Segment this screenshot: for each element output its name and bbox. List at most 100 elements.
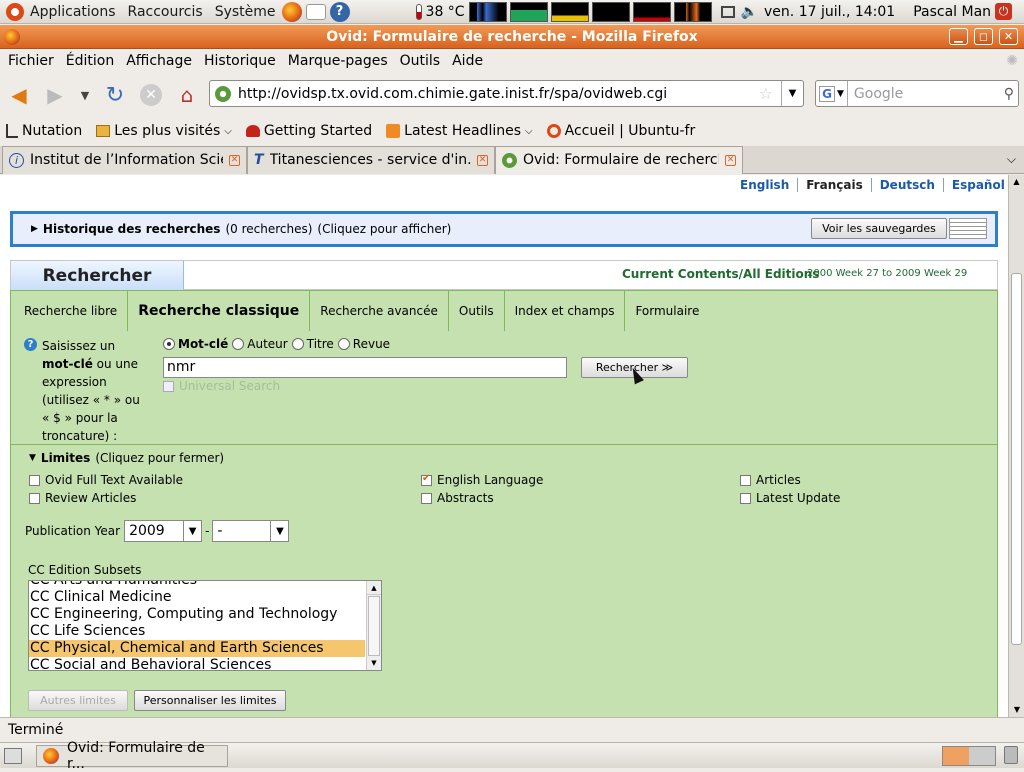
- reload-icon[interactable]: ↻: [100, 80, 130, 110]
- radio-auteur[interactable]: [232, 338, 245, 350]
- maximize-button[interactable]: ◻: [974, 28, 993, 45]
- checkbox[interactable]: [740, 492, 751, 504]
- mail-launcher-icon[interactable]: [305, 3, 326, 20]
- year-to-select[interactable]: - ▼: [212, 520, 290, 542]
- display-icon[interactable]: [720, 5, 735, 18]
- limit-abstracts[interactable]: Abstracts: [421, 491, 494, 505]
- list-item-selected[interactable]: CC Physical, Chemical and Earth Sciences: [29, 640, 365, 657]
- checkbox-checked[interactable]: [421, 473, 432, 486]
- limits-header[interactable]: ▼ Limites (Cliquez pour fermer): [29, 451, 224, 465]
- bookmark-star-icon[interactable]: ☆: [759, 84, 773, 103]
- checkbox[interactable]: [29, 474, 40, 486]
- applications-menu[interactable]: Applications: [24, 0, 122, 24]
- lang-deutsch[interactable]: Deutsch: [870, 178, 943, 192]
- search-history-bar[interactable]: ▶ Historique des recherches (0 recherche…: [10, 211, 998, 247]
- firefox-launcher-icon[interactable]: [281, 1, 302, 22]
- customize-limits-button[interactable]: Personnaliser les limites: [134, 690, 286, 711]
- lang-espanol[interactable]: Español: [942, 178, 1013, 192]
- close-button[interactable]: ✕: [999, 28, 1018, 45]
- url-bar[interactable]: http://ovidsp.tx.ovid.com.chimie.gate.in…: [209, 80, 804, 107]
- system-menu[interactable]: Système: [209, 0, 282, 24]
- checkbox[interactable]: [29, 492, 40, 504]
- other-limits-button[interactable]: Autres limites: [28, 690, 128, 711]
- list-lines-icon[interactable]: [949, 218, 987, 239]
- site-identity-icon[interactable]: [215, 85, 231, 102]
- tab-outils[interactable]: Outils: [449, 291, 505, 331]
- tab-recherche-libre[interactable]: Recherche libre: [11, 291, 129, 331]
- scroll-up-arrow-icon[interactable]: ▲: [367, 581, 381, 595]
- magnifier-icon[interactable]: ⚲: [1004, 86, 1014, 102]
- tab-formulaire[interactable]: Formulaire: [625, 291, 709, 331]
- menu-historique[interactable]: Historique: [198, 49, 282, 73]
- scroll-thumb[interactable]: [368, 596, 380, 656]
- tab-list-chevron-icon[interactable]: ⌵: [1007, 152, 1016, 167]
- forward-arrow-icon[interactable]: ▶: [40, 80, 70, 110]
- lang-english[interactable]: English: [732, 178, 797, 192]
- minimize-button[interactable]: ▁: [949, 28, 968, 45]
- tab-index-champs[interactable]: Index et champs: [505, 291, 626, 331]
- list-item[interactable]: CC Engineering, Computing and Technology: [29, 606, 381, 623]
- limit-latest-update[interactable]: Latest Update: [740, 491, 840, 505]
- limits-title[interactable]: Limites: [41, 451, 90, 465]
- universal-search-checkbox[interactable]: [163, 380, 174, 392]
- listbox-scrollbar[interactable]: ▲ ▼: [366, 581, 381, 670]
- radio-revue[interactable]: [337, 338, 350, 350]
- history-title[interactable]: Historique des recherches: [43, 222, 221, 236]
- list-item[interactable]: CC Life Sciences: [29, 623, 381, 640]
- home-icon[interactable]: ⌂: [172, 80, 202, 110]
- list-item[interactable]: CC Clinical Medicine: [29, 589, 381, 606]
- expand-triangle-icon[interactable]: ▶: [31, 224, 38, 234]
- bookmark-ubuntu-fr[interactable]: Accueil | Ubuntu-fr: [546, 123, 695, 139]
- menu-fichier[interactable]: Fichier: [2, 49, 60, 73]
- search-engine-selector[interactable]: G ▼: [816, 81, 848, 106]
- scroll-down-arrow-icon[interactable]: ▼: [1009, 703, 1024, 717]
- limit-articles[interactable]: Articles: [740, 473, 801, 487]
- menu-edition[interactable]: Édition: [60, 49, 120, 73]
- tab-close-icon[interactable]: ✕: [477, 154, 488, 166]
- ubuntu-logo-icon[interactable]: [6, 2, 24, 21]
- limit-english-language[interactable]: English Language: [421, 473, 543, 487]
- bookmark-getting-started[interactable]: Getting Started: [245, 123, 372, 139]
- tab-titanesciences[interactable]: T Titanesciences - service d'in... ✕: [247, 145, 495, 174]
- help-launcher-icon[interactable]: ?: [329, 1, 350, 22]
- year-from-select[interactable]: 2009 ▼: [124, 520, 203, 542]
- show-desktop-icon[interactable]: [4, 747, 22, 764]
- tab-inist[interactable]: i Institut de l’Information Scie... ✕: [2, 145, 247, 174]
- scroll-down-arrow-icon[interactable]: ▼: [367, 656, 381, 670]
- tab-recherche-avancee[interactable]: Recherche avancée: [310, 291, 449, 331]
- history-dropdown-icon[interactable]: ▼: [70, 80, 100, 110]
- bookmark-most-visited[interactable]: Les plus visités ⌵: [96, 123, 232, 139]
- clock[interactable]: ven. 17 juil., 14:01: [764, 4, 895, 20]
- menu-marque-pages[interactable]: Marque-pages: [282, 49, 394, 73]
- bookmark-latest-headlines[interactable]: Latest Headlines ⌵: [386, 123, 533, 139]
- chevron-down-icon[interactable]: ▼: [270, 521, 288, 541]
- user-menu[interactable]: Pascal Man: [913, 4, 991, 20]
- list-item[interactable]: CC Social and Behavioral Sciences: [29, 657, 381, 670]
- scroll-thumb[interactable]: [1011, 273, 1022, 645]
- vertical-scrollbar[interactable]: ▲ ▼: [1008, 175, 1024, 717]
- view-saved-button[interactable]: Voir les sauvegardes: [811, 218, 947, 239]
- tab-close-icon[interactable]: ✕: [725, 154, 736, 166]
- lang-francais[interactable]: Français: [797, 178, 870, 192]
- limit-full-text[interactable]: Ovid Full Text Available: [29, 473, 183, 487]
- menu-affichage[interactable]: Affichage: [120, 49, 198, 73]
- shortcuts-menu[interactable]: Raccourcis: [122, 0, 209, 24]
- collapse-triangle-icon[interactable]: ▼: [29, 453, 36, 463]
- checkbox[interactable]: [421, 492, 432, 504]
- subsets-listbox[interactable]: CC Arts and Humanities CC Clinical Medic…: [28, 580, 382, 671]
- bookmark-nutation[interactable]: Nutation: [6, 123, 82, 139]
- menu-outils[interactable]: Outils: [394, 49, 446, 73]
- chevron-down-icon[interactable]: ▼: [183, 521, 201, 541]
- volume-icon[interactable]: 🔈: [741, 4, 758, 20]
- radio-mot-cle[interactable]: [163, 338, 175, 350]
- search-bar[interactable]: G ▼ Google ⚲: [815, 80, 1019, 107]
- shutdown-icon[interactable]: ⏻: [995, 3, 1013, 20]
- trash-icon[interactable]: [1004, 746, 1018, 764]
- taskbar-button-firefox[interactable]: Ovid: Formulaire de r...: [36, 740, 228, 772]
- tab-ovid[interactable]: Ovid: Formulaire de recherche ✕: [495, 145, 743, 174]
- tab-recherche-classique[interactable]: Recherche classique: [128, 291, 311, 331]
- list-item[interactable]: CC Arts and Humanities: [29, 581, 381, 589]
- menu-aide[interactable]: Aide: [446, 49, 489, 73]
- url-dropdown-icon[interactable]: ▼: [781, 81, 803, 106]
- help-icon[interactable]: ?: [24, 338, 37, 351]
